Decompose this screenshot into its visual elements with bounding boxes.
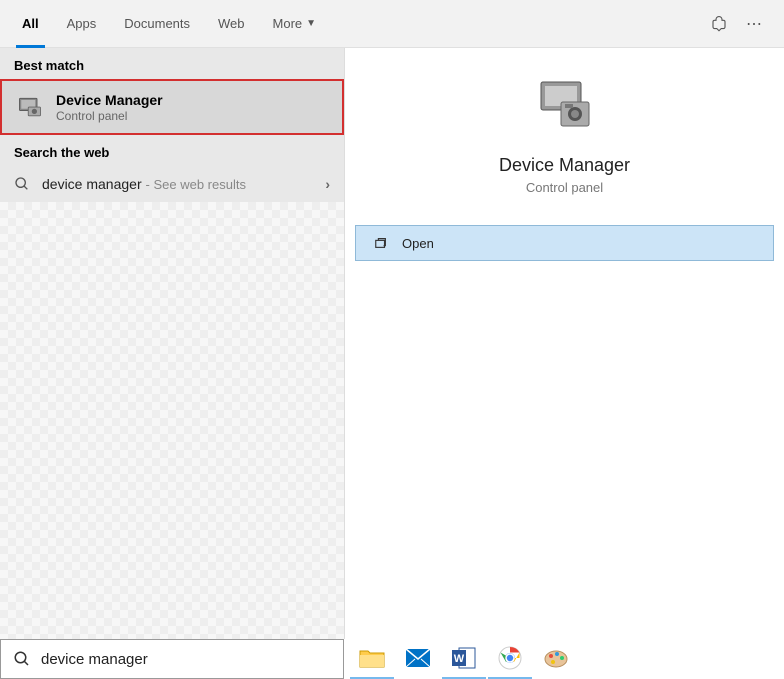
search-box[interactable] (0, 639, 344, 679)
best-match-label: Best match (0, 48, 344, 79)
tab-all[interactable]: All (8, 0, 53, 48)
search-input[interactable] (41, 651, 331, 668)
tab-apps[interactable]: Apps (53, 0, 111, 48)
tab-more-label: More (273, 16, 303, 31)
preview-panel: Device Manager Control panel Open (344, 48, 784, 639)
svg-text:W: W (454, 653, 465, 665)
web-result-text: device manager - See web results (42, 176, 325, 192)
taskbar-chrome[interactable] (488, 639, 532, 679)
search-tabs: All Apps Documents Web More ▼ ⋯ (0, 0, 784, 48)
preview-title: Device Manager (355, 155, 774, 176)
taskbar-file-explorer[interactable] (350, 639, 394, 679)
tab-web[interactable]: Web (204, 0, 259, 48)
open-button[interactable]: Open (355, 225, 774, 261)
tab-more[interactable]: More ▼ (259, 0, 331, 48)
preview-icon (533, 78, 597, 134)
tab-documents[interactable]: Documents (110, 0, 204, 48)
web-hint: - See web results (146, 177, 246, 192)
taskbar-mail[interactable] (396, 639, 440, 679)
result-device-manager[interactable]: Device Manager Control panel (0, 79, 344, 135)
taskbar-word[interactable]: W (442, 639, 486, 679)
open-label: Open (402, 236, 434, 251)
chevron-down-icon: ▼ (306, 18, 316, 29)
taskbar-paint[interactable] (534, 639, 578, 679)
search-icon (14, 176, 32, 192)
more-options-icon[interactable]: ⋯ (746, 14, 762, 34)
search-web-label: Search the web (0, 135, 344, 166)
search-icon (13, 650, 31, 668)
results-panel: Best match Device Manager Control panel … (0, 48, 344, 639)
result-subtitle: Control panel (56, 109, 330, 123)
feedback-icon[interactable] (710, 15, 728, 33)
taskbar: W (0, 639, 784, 679)
web-query: device manager (42, 176, 142, 192)
chevron-right-icon: › (325, 176, 330, 192)
device-manager-icon (14, 91, 46, 123)
result-title: Device Manager (56, 92, 330, 108)
empty-area (0, 202, 344, 639)
web-result-item[interactable]: device manager - See web results › (0, 166, 344, 202)
preview-subtitle: Control panel (355, 180, 774, 195)
open-icon (374, 236, 388, 250)
